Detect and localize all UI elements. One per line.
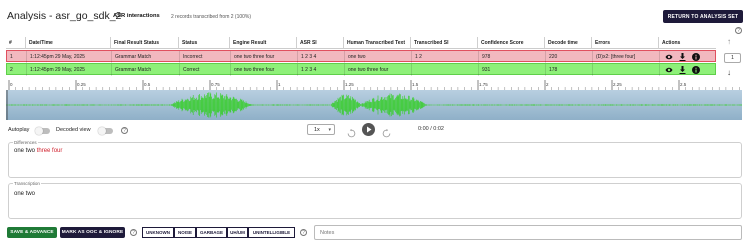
column-header[interactable]: # [6, 37, 26, 49]
mark-ooc-ignore-button[interactable]: MARK AS OOC & IGNORE [60, 227, 125, 238]
timeline-tick-label: 1 [278, 82, 281, 87]
table-row[interactable]: 1 1:12:45pm 29 May, 2025 Grammar Match I… [6, 50, 716, 63]
row-datetime: 1:12:45pm 29 May, 2025 [27, 51, 112, 63]
play-button[interactable] [362, 123, 375, 136]
row-engine-result: one two three four [231, 51, 298, 63]
differences-text: one two three four [14, 148, 62, 154]
analysis-page: Analysis - asr_go_sdk_2 ASR interactions… [0, 0, 751, 244]
arrow-up-icon[interactable]: ↑ [727, 37, 731, 46]
row-engine-result: one two three four [231, 64, 298, 76]
play-icon [367, 126, 372, 133]
eye-icon[interactable] [665, 66, 673, 74]
column-header[interactable]: Errors [592, 37, 659, 49]
waveform-path [5, 92, 743, 118]
transcription-field[interactable]: Transcription one two [8, 181, 742, 219]
column-header[interactable]: Date/Time [26, 37, 111, 49]
timeline-tick-label: 2 [546, 82, 549, 87]
table-row[interactable]: 2 1:12:45pm 29 May, 2025 Grammar Match C… [6, 63, 716, 76]
eye-icon[interactable] [665, 53, 673, 61]
waveform-trace [5, 90, 743, 120]
row-errors [593, 64, 660, 76]
arrow-down-icon[interactable]: ↓ [727, 68, 731, 77]
matched-text: one two [14, 148, 36, 154]
row-decode-time: 178 [546, 64, 593, 76]
timeline-ruler: 0 0.25 0.5 0.75 1 1.25 1.5 1.75 2 2.25 2.5 [8, 80, 740, 90]
row-human-text: one two [345, 51, 412, 63]
timeline-tick-label: 1.25 [345, 82, 354, 87]
row-datetime: 1:12:45pm 29 May, 2025 [27, 64, 112, 76]
table-header: # Date/Time Final Result Status Status E… [6, 37, 716, 49]
section-subtitle: ASR interactions [113, 13, 160, 19]
chevron-down-icon: ▾ [328, 127, 331, 133]
header: Analysis - asr_go_sdk_2 ASR interactions… [0, 0, 751, 30]
column-header: Actions [662, 40, 681, 46]
row-confidence: 931 [479, 64, 546, 76]
help-icon[interactable]: ? [130, 229, 137, 236]
tag-noise-button[interactable]: NOISE [174, 227, 196, 238]
row-number: 1 [7, 51, 27, 63]
tag-uhum-button[interactable]: UH/UM [227, 227, 248, 238]
column-header[interactable]: Engine Result [230, 37, 297, 49]
timeline-tick-label: 0.75 [211, 82, 220, 87]
column-header[interactable]: ASR SI [297, 37, 344, 49]
column-header[interactable]: Status [179, 37, 230, 49]
row-number: 2 [7, 64, 27, 76]
deleted-text: three four [36, 148, 63, 154]
timeline-tick-label: 1.75 [479, 82, 488, 87]
timeline-tick-label: 2.25 [613, 82, 622, 87]
row-final-status: Grammar Match [112, 51, 180, 63]
download-icon[interactable] [678, 52, 686, 61]
forward-icon[interactable] [382, 125, 391, 143]
column-header[interactable]: Decode time [545, 37, 592, 49]
row-human-text: one two three four [345, 64, 412, 76]
speed-value: 1x [314, 127, 320, 133]
page-title: Analysis - asr_go_sdk_2 [7, 10, 122, 22]
row-asr-si: 1 2 3 4 [298, 51, 345, 63]
row-transcribed-si [412, 64, 479, 76]
speed-select[interactable]: 1x ▾ [307, 124, 335, 135]
help-icon[interactable]: ? [300, 229, 307, 236]
row-confidence: 978 [479, 51, 546, 63]
row-asr-si: 1 2 3 4 [298, 64, 345, 76]
column-header[interactable]: Final Result Status [111, 37, 179, 49]
row-decode-time: 220 [546, 51, 593, 63]
timeline-tick-label: 1.5 [412, 82, 419, 87]
help-icon[interactable]: ? [735, 27, 742, 34]
notes-input[interactable]: Notes [314, 225, 742, 240]
records-count: 2 records transcribed from 2 (100%) [171, 13, 252, 20]
decoded-view-label: Decoded view [56, 127, 91, 133]
help-icon[interactable]: ? [121, 127, 128, 134]
autoplay-label: Autoplay [8, 127, 30, 133]
time-display: 0:00 / 0:02 [418, 126, 444, 132]
column-header[interactable]: Transcribed SI [411, 37, 478, 49]
waveform[interactable] [5, 90, 743, 120]
return-to-analysis-set-button[interactable]: RETURN TO ANALYSIS SET [663, 10, 743, 23]
transcription-label: Transcription [13, 181, 41, 186]
row-final-status: Grammar Match [112, 64, 180, 76]
save-advance-button[interactable]: SAVE & ADVANCE [7, 227, 57, 238]
timeline-tick-label: 2.5 [680, 82, 687, 87]
timeline-tick-label: 0.5 [144, 82, 151, 87]
autoplay-toggle[interactable] [35, 126, 50, 135]
timeline-tick-label: 0 [10, 82, 13, 87]
row-status: Correct [180, 64, 231, 76]
differences-label: Differences [13, 140, 38, 145]
info-icon[interactable] [692, 52, 700, 61]
timeline-tick-label: 0.25 [77, 82, 86, 87]
tag-garbage-button[interactable]: GARBAGE [196, 227, 227, 238]
row-transcribed-si: 1 2 [412, 51, 479, 63]
transcription-value[interactable]: one two [14, 191, 35, 197]
differences-panel: Differences one two three four [8, 140, 742, 178]
row-errors: (D)x2: [three four] [593, 51, 660, 63]
decoded-view-toggle[interactable] [98, 126, 113, 135]
tag-unintelligible-button[interactable]: UNINTELLIGIBLE [248, 227, 295, 238]
rewind-icon[interactable] [347, 125, 356, 143]
tag-unknown-button[interactable]: UNKNOWN [142, 227, 174, 238]
row-index-input[interactable]: 1 [724, 53, 741, 63]
download-icon[interactable] [678, 65, 686, 74]
column-header[interactable]: Confidence Score [478, 37, 545, 49]
info-icon[interactable] [692, 65, 700, 74]
row-status: Incorrect [180, 51, 231, 63]
column-header[interactable]: Human Transcribed Text [344, 37, 411, 49]
